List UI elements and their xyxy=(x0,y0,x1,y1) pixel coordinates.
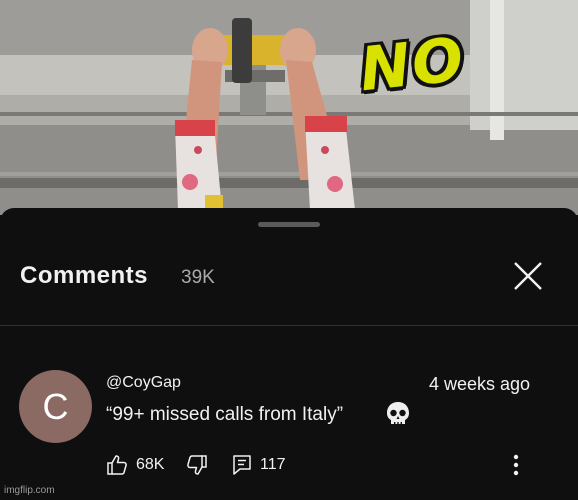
comments-count: 39K xyxy=(181,267,215,288)
close-icon xyxy=(514,262,542,290)
reply-button[interactable]: 117 xyxy=(232,452,286,478)
comments-title: Comments xyxy=(20,262,149,289)
avatar-letter: C xyxy=(42,385,69,427)
skull-icon xyxy=(387,402,409,425)
video-overlay-text: NO xyxy=(356,24,469,106)
more-options-button[interactable] xyxy=(508,452,524,480)
avatar[interactable]: C xyxy=(19,370,92,443)
dislike-button[interactable] xyxy=(186,452,208,478)
more-vertical-icon xyxy=(513,454,519,476)
watermark: imgflip.com xyxy=(4,485,55,496)
header-divider xyxy=(0,325,578,326)
like-count: 68K xyxy=(136,456,165,473)
video-scene xyxy=(0,0,578,215)
like-button[interactable]: 68K xyxy=(106,452,164,478)
thumbs-down-icon xyxy=(187,455,207,475)
comments-sheet: Comments 39K C @CoyGap 4 weeks ago “99+ … xyxy=(0,208,578,500)
thumbs-up-icon xyxy=(107,455,127,475)
comment-timestamp: 4 weeks ago xyxy=(429,374,531,394)
video-frame[interactable]: NO xyxy=(0,0,578,215)
comment-author[interactable]: @CoyGap xyxy=(106,374,181,392)
comment-text: “99+ missed calls from Italy” xyxy=(106,404,344,425)
reply-count: 117 xyxy=(260,456,286,473)
reply-icon xyxy=(233,455,251,475)
close-button[interactable] xyxy=(508,256,548,296)
drag-handle[interactable] xyxy=(258,222,320,227)
